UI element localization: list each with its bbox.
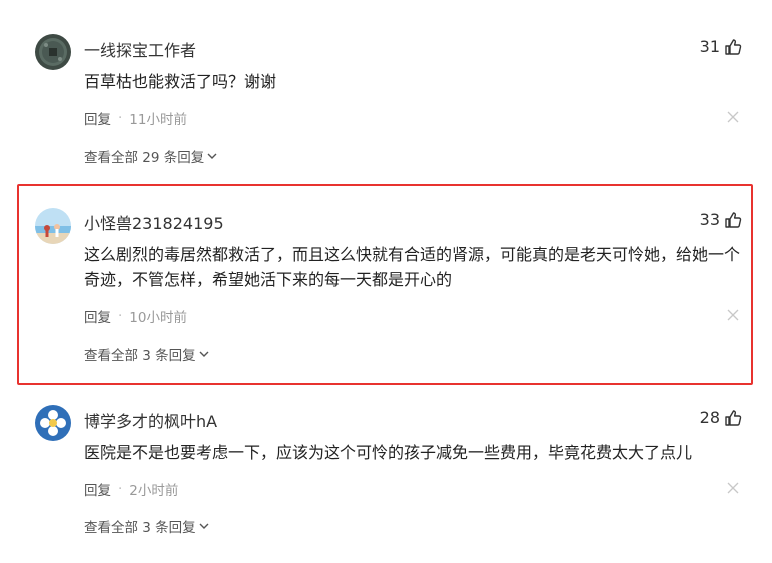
username[interactable]: 小怪兽231824195	[84, 210, 224, 234]
separator-dot: ·	[118, 308, 123, 324]
thumbs-up-icon	[725, 38, 742, 55]
username[interactable]: 一线探宝工作者	[84, 37, 196, 61]
separator-dot: ·	[118, 110, 123, 126]
like-button[interactable]: 28	[700, 408, 742, 427]
view-replies-label: 查看全部 3 条回复	[84, 348, 196, 364]
timestamp: 10小时前	[129, 310, 187, 326]
reply-button[interactable]: 回复	[84, 108, 111, 128]
close-icon[interactable]	[727, 111, 739, 123]
view-replies-button[interactable]: 查看全部 3 条回复	[84, 516, 209, 536]
flower-avatar-icon	[35, 405, 71, 441]
beach-avatar-icon	[35, 208, 71, 244]
comment-text: 医院是不是也要考虑一下，应该为这个可怜的孩子减免一些费用，毕竟花费太大了点儿	[84, 443, 693, 462]
comment-list: 一线探宝工作者 31 百草枯也能救活了吗？谢谢 回复 · 11小时前 查看全部 …	[0, 0, 772, 563]
comment-meta: 回复 · 10小时前	[84, 306, 187, 326]
reply-button[interactable]: 回复	[84, 306, 111, 326]
avatar[interactable]	[35, 405, 71, 441]
thumbs-up-icon	[725, 409, 742, 426]
coin-avatar-icon	[35, 34, 71, 70]
view-replies-button[interactable]: 查看全部 29 条回复	[84, 146, 217, 166]
chevron-down-icon	[199, 351, 209, 357]
avatar[interactable]	[35, 208, 71, 244]
view-replies-label: 查看全部 29 条回复	[84, 150, 205, 166]
comment-meta: 回复 · 11小时前	[84, 108, 187, 128]
avatar[interactable]	[35, 34, 71, 70]
timestamp: 2小时前	[129, 483, 179, 499]
username[interactable]: 博学多才的枫叶hA	[84, 408, 217, 432]
comment-text: 百草枯也能救活了吗？谢谢	[84, 72, 277, 91]
chevron-down-icon	[199, 523, 209, 529]
like-button[interactable]: 31	[700, 37, 742, 56]
comment-meta: 回复 · 2小时前	[84, 479, 178, 499]
close-icon[interactable]	[727, 482, 739, 494]
like-count: 33	[699, 210, 720, 229]
like-count: 28	[699, 408, 720, 427]
view-replies-button[interactable]: 查看全部 3 条回复	[84, 344, 209, 364]
close-icon[interactable]	[727, 309, 739, 321]
like-count: 31	[699, 37, 720, 56]
timestamp: 11小时前	[129, 112, 187, 128]
comment-text: 这么剧烈的毒居然都救活了，而且这么快就有合适的肾源，可能真的是老天可怜她，给她一…	[84, 245, 741, 289]
thumbs-up-icon	[725, 211, 742, 228]
chevron-down-icon	[207, 153, 217, 159]
view-replies-label: 查看全部 3 条回复	[84, 520, 196, 536]
reply-button[interactable]: 回复	[84, 479, 111, 499]
like-button[interactable]: 33	[700, 210, 742, 229]
separator-dot: ·	[118, 481, 123, 497]
